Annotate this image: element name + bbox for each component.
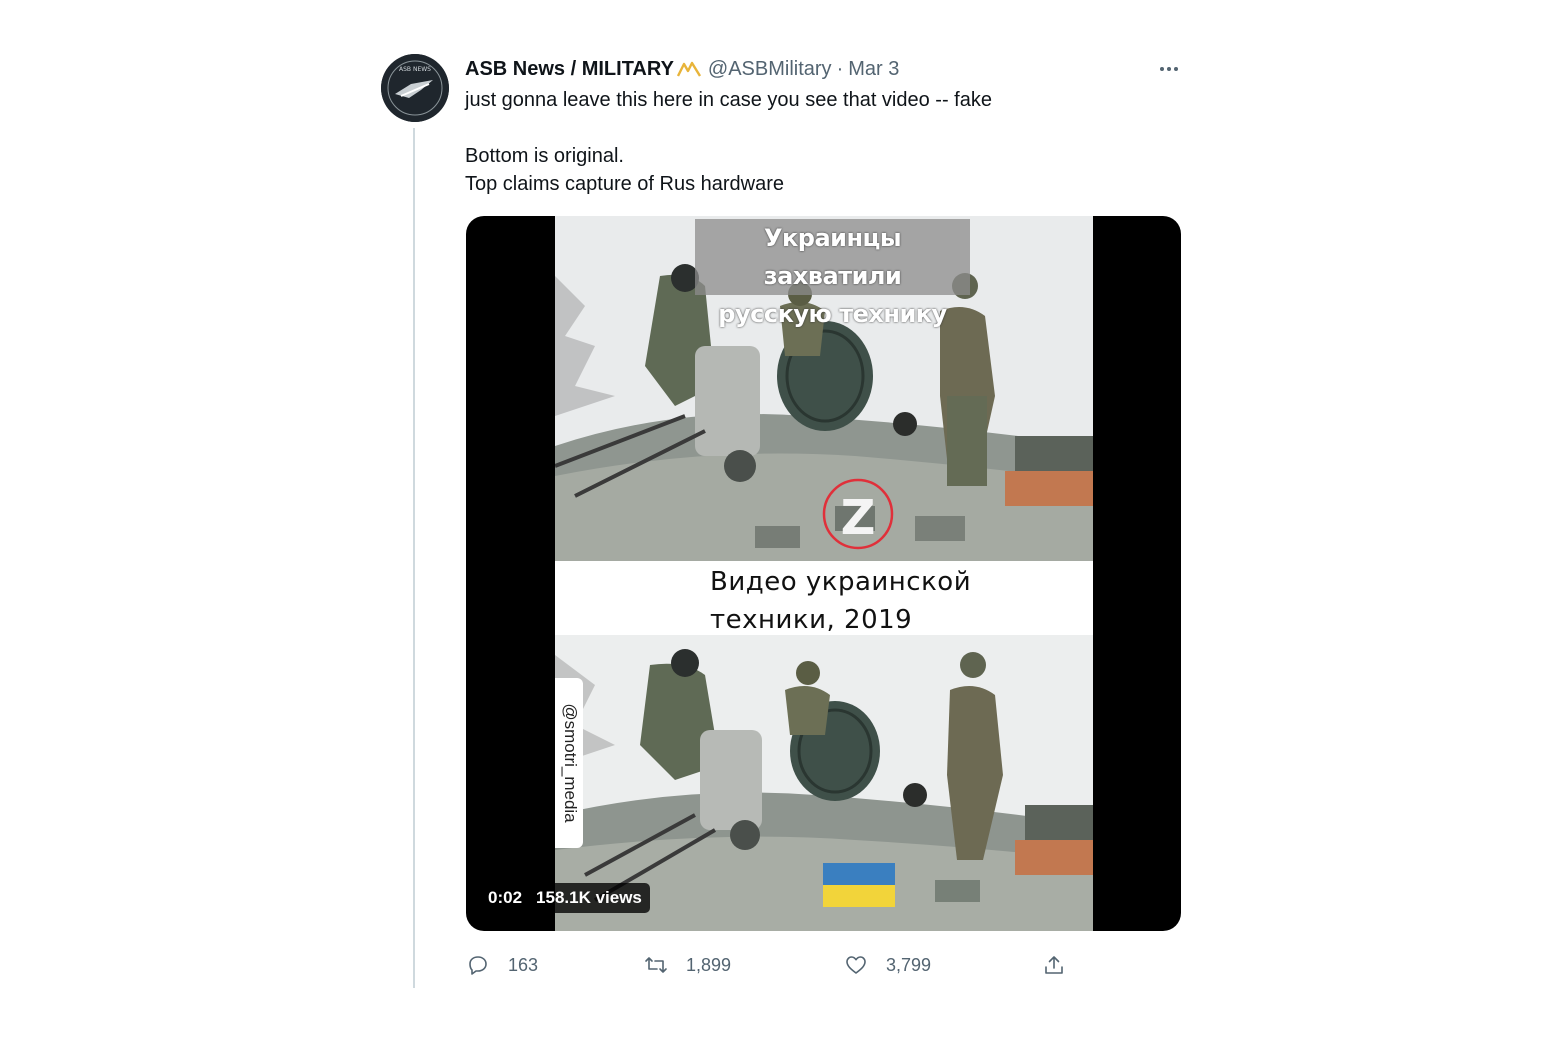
author-handle[interactable]: @ASBMilitary [708, 58, 832, 81]
watermark-text: @smotri_media [561, 703, 580, 823]
video-frame: Z Украинцы захватили русскую технику Вид… [555, 216, 1093, 931]
bottom-caption-line: Видео украинской [710, 567, 972, 597]
elapsed-time: 0:02 [488, 888, 523, 907]
view-count: 158.1K views [536, 888, 642, 907]
like-count: 3,799 [886, 954, 932, 975]
top-caption-line: русскую технику [718, 300, 947, 328]
top-caption: Украинцы захватили русскую технику [695, 219, 970, 328]
reply-count: 163 [508, 954, 539, 975]
retweet-icon [645, 957, 667, 973]
retweet-button[interactable]: 1,899 [644, 950, 731, 980]
news-logo-avatar: ASB NEWS [381, 54, 449, 122]
ukraine-flag-blue [823, 863, 895, 885]
z-marking: Z [841, 490, 876, 546]
ellipsis-icon[interactable] [1150, 56, 1188, 82]
bottom-caption: Видео украинской техники, 2019 [710, 563, 1010, 639]
author-avatar[interactable]: ASB NEWS [381, 54, 449, 122]
share-button[interactable] [1042, 950, 1066, 980]
tweet-text-line: just gonna leave this here in case you s… [465, 89, 992, 111]
retweet-count: 1,899 [686, 954, 732, 975]
tweet-date[interactable]: Mar 3 [848, 58, 899, 81]
top-caption-line: Украинцы захватили [763, 224, 902, 290]
share-icon [1045, 956, 1063, 974]
tweet-text-line: Top claims capture of Rus hardware [465, 173, 785, 195]
author-display-name[interactable]: ASB News / MILITARY [465, 58, 674, 81]
ukraine-flag-yellow [823, 885, 895, 907]
tweet-text-line: Bottom is original. [465, 145, 624, 167]
tweet-text-line [465, 114, 1165, 142]
gold-badge-icon [676, 60, 702, 78]
reply-icon [469, 956, 487, 975]
video-player[interactable]: Z Украинцы захватили русскую технику Вид… [466, 216, 1181, 931]
video-stats-overlay: 0:02 158.1K views [480, 883, 650, 913]
bottom-caption-line: техники, 2019 [710, 605, 913, 635]
tweet-header: ASB News / MILITARY @ASBMilitary · Mar 3 [465, 56, 899, 82]
tweet-actions: 163 1,899 3,799 [466, 950, 1086, 980]
thread-line [413, 128, 415, 988]
reply-button[interactable]: 163 [466, 950, 538, 980]
watermark: @smotri_media [555, 678, 583, 848]
tweet-text: just gonna leave this here in case you s… [465, 86, 1165, 198]
heart-icon [846, 956, 866, 974]
svg-text:ASB NEWS: ASB NEWS [399, 66, 431, 73]
like-button[interactable]: 3,799 [844, 950, 931, 980]
header-separator: · [836, 57, 844, 80]
